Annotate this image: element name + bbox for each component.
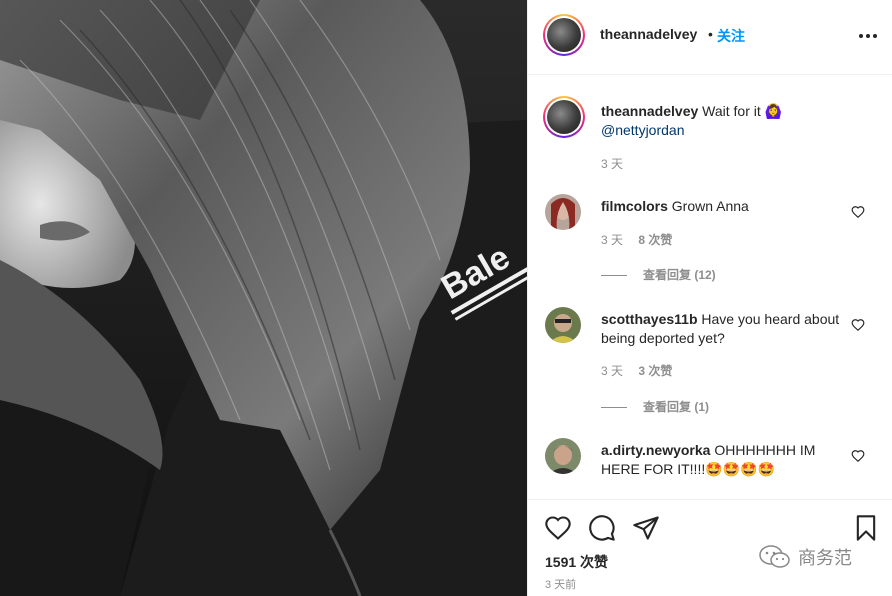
comment-meta: 3 天 3 次赞 (601, 362, 672, 379)
post-header: theannadelvey • 关注 (528, 0, 892, 75)
post-side-panel: theannadelvey • 关注 theannadelvey Wait fo… (527, 0, 892, 596)
comment-text-block: filmcolors Grown Anna (601, 197, 841, 216)
caption-emoji: 🙆‍♀️ (764, 103, 783, 119)
post-photo-image: Bale (0, 0, 527, 596)
post-time: 3 天前 (545, 579, 577, 591)
comment-like-heart-icon[interactable] (851, 318, 865, 332)
view-replies-label[interactable]: 查看回复 (1) (643, 400, 709, 414)
comment-time: 3 天 (601, 364, 624, 378)
wechat-logo-icon (759, 545, 790, 568)
comment-username[interactable]: a.dirty.newyorka (601, 442, 710, 458)
comment-text-block: scotthayes11b Have you heard about being… (601, 310, 841, 348)
view-replies-button[interactable]: 查看回复 (1) (601, 398, 709, 415)
comment-text: Grown Anna (671, 198, 749, 214)
post-actions: 1591 次赞 3 天前 商务范 (528, 499, 892, 596)
comment-like-heart-icon[interactable] (851, 449, 865, 463)
comment-likes[interactable]: 3 次赞 (638, 364, 672, 378)
header-username[interactable]: theannadelvey (600, 26, 697, 42)
header-separator-dot: • (708, 26, 713, 42)
comments-list[interactable]: theannadelvey Wait for it 🙆‍♀️ @nettyjor… (528, 76, 892, 499)
bookmark-icon[interactable] (852, 514, 880, 542)
post-photo: Bale (0, 0, 527, 596)
more-horizontal-icon[interactable] (858, 26, 878, 46)
comment-avatar[interactable] (545, 438, 581, 474)
caption-text: Wait for it (702, 103, 761, 119)
comment-like-heart-icon[interactable] (851, 205, 865, 219)
view-replies-label[interactable]: 查看回复 (12) (643, 268, 716, 282)
comment-bubble-icon[interactable] (588, 514, 616, 542)
caption-mention[interactable]: @nettyjordan (601, 122, 684, 138)
caption-avatar[interactable] (543, 96, 585, 138)
replies-divider-line (601, 275, 627, 277)
paper-plane-icon[interactable] (632, 514, 660, 542)
caption-time: 3 天 (601, 157, 624, 171)
likes-count[interactable]: 1591 次赞 (545, 552, 608, 572)
comment-username[interactable]: filmcolors (601, 198, 668, 214)
view-replies-button[interactable]: 查看回复 (12) (601, 266, 716, 283)
comment-avatar[interactable] (545, 307, 581, 343)
heart-icon[interactable] (544, 514, 572, 542)
comment-avatar[interactable] (545, 194, 581, 230)
watermark-text: 商务范 (798, 548, 852, 568)
follow-button[interactable]: 关注 (717, 26, 745, 46)
caption-text-block: theannadelvey Wait for it 🙆‍♀️ @nettyjor… (601, 102, 841, 140)
comment-time: 3 天 (601, 233, 624, 247)
comment-likes[interactable]: 8 次赞 (638, 233, 672, 247)
comment-meta: 3 天 8 次赞 (601, 231, 672, 248)
replies-divider-line (601, 407, 627, 409)
caption-username[interactable]: theannadelvey (601, 103, 698, 119)
header-avatar[interactable] (543, 14, 585, 56)
comment-username[interactable]: scotthayes11b (601, 311, 698, 327)
comment-text-block: a.dirty.newyorka OHHHHHHH IM HERE FOR IT… (601, 441, 841, 479)
watermark: 商务范 (758, 544, 852, 570)
